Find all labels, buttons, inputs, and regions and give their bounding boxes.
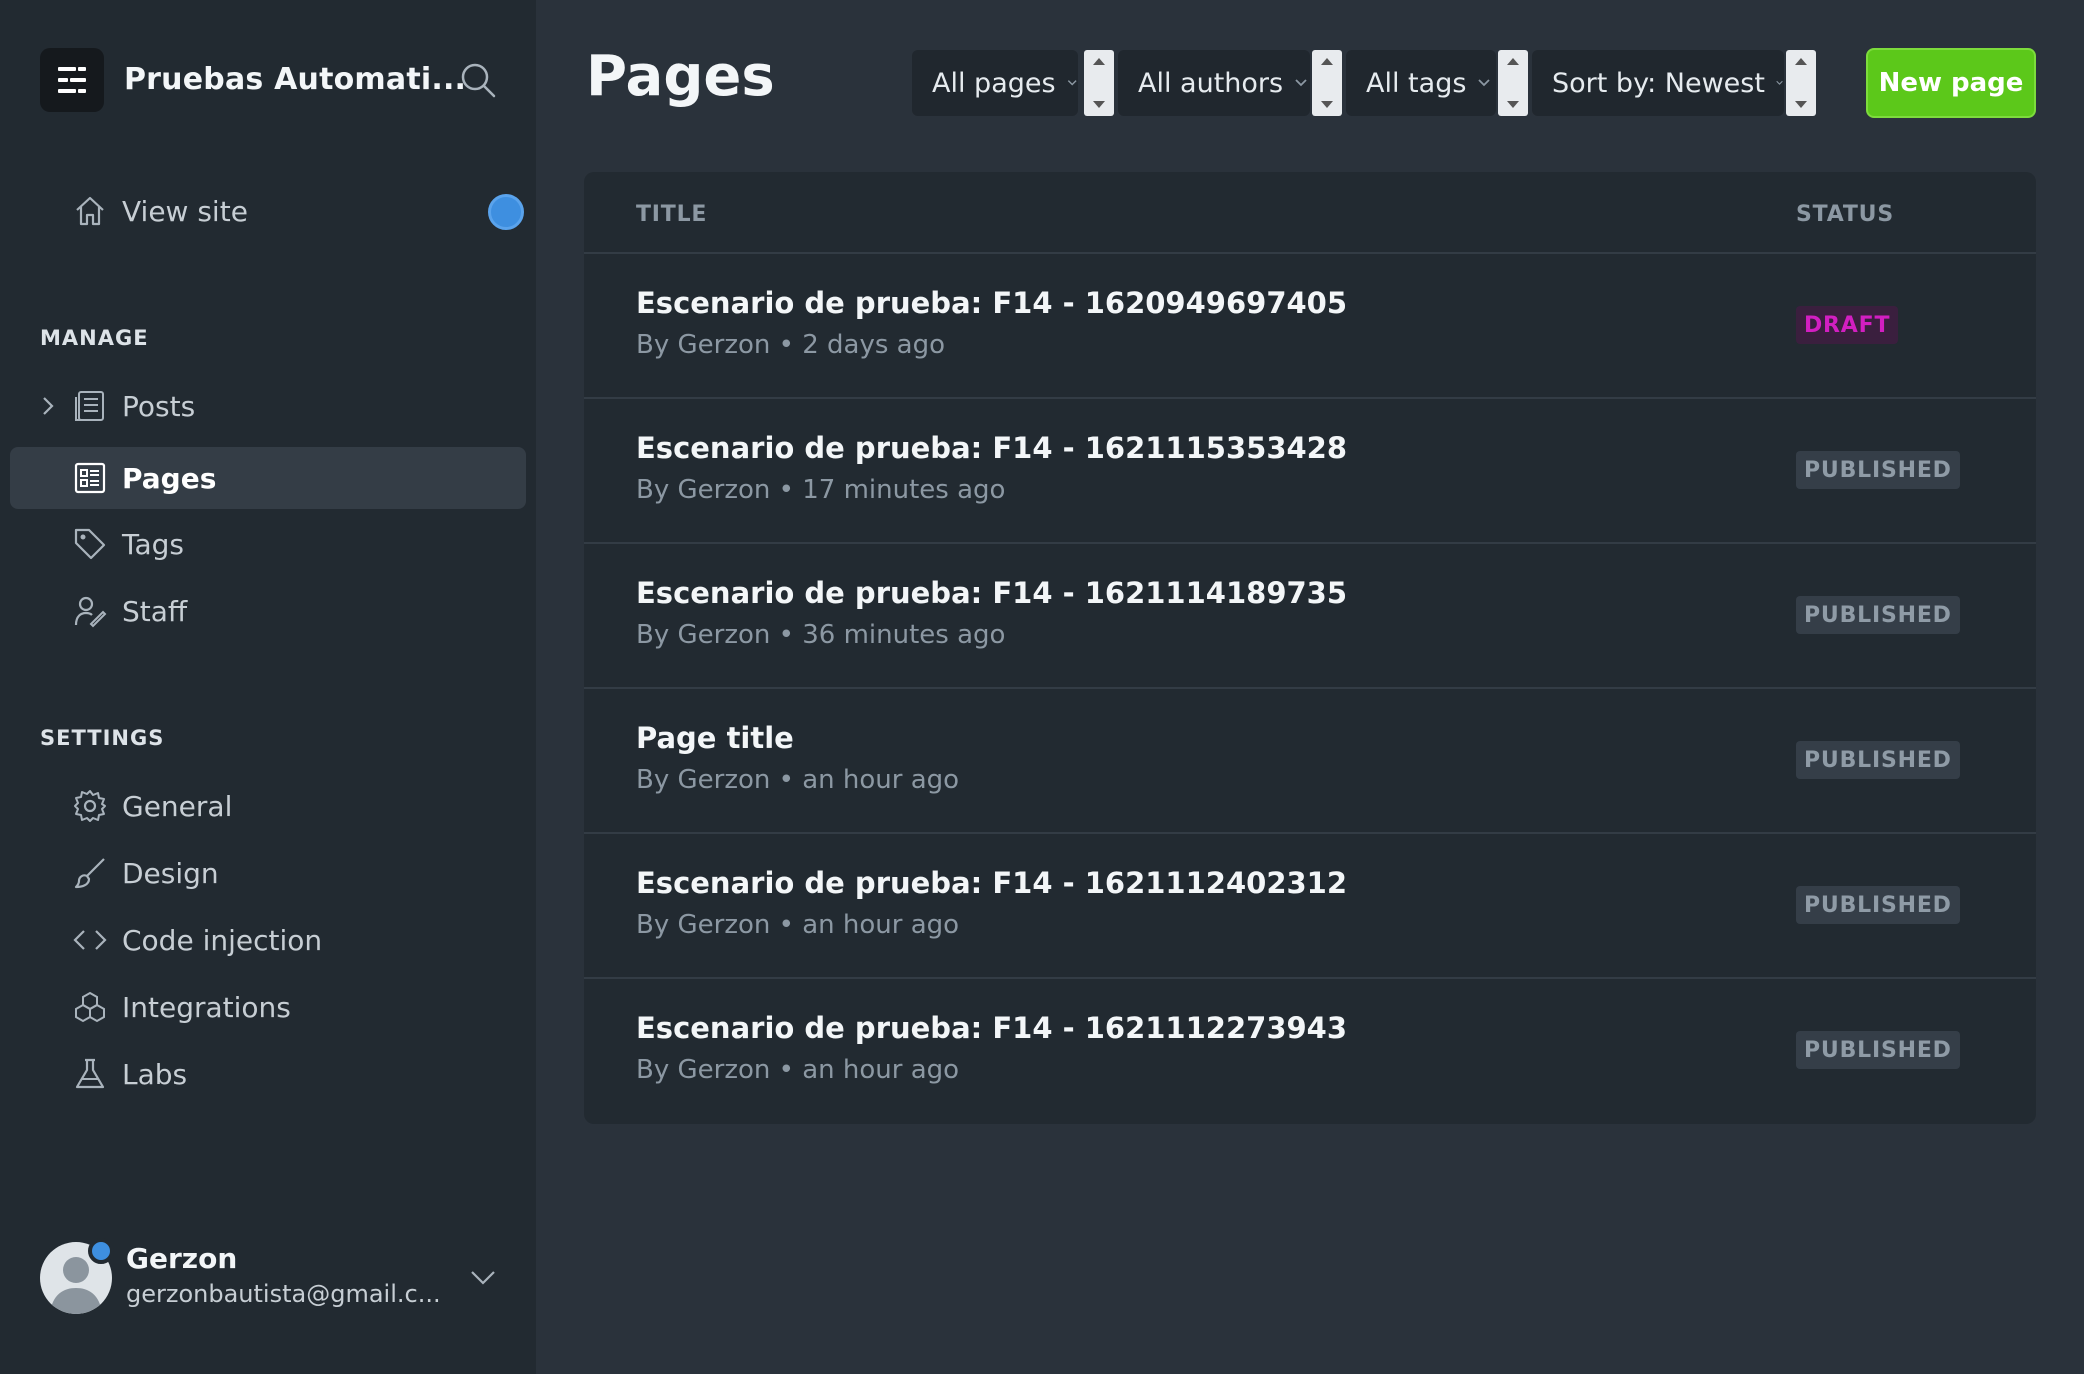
table-row[interactable]: Escenario de prueba: F14 - 1621112273943… — [584, 979, 2036, 1124]
user-email: gerzonbautista@gmail.c... — [126, 1280, 441, 1308]
filter-author-stepper[interactable] — [1312, 50, 1342, 116]
pages-table: TITLE STATUS Escenario de prueba: F14 - … — [584, 172, 2036, 1124]
sidebar-item-label: Posts — [122, 389, 196, 423]
sidebar-item-staff[interactable]: Staff — [10, 580, 526, 642]
status-badge: PUBLISHED — [1796, 741, 1960, 779]
chevron-down-icon — [1067, 80, 1077, 86]
view-site-link[interactable]: View site — [10, 180, 526, 242]
filter-label: All pages — [932, 67, 1056, 99]
arrow-up-icon[interactable] — [1505, 56, 1521, 66]
sidebar-item-label: General — [122, 789, 233, 823]
sidebar-item-label: Code injection — [122, 923, 323, 957]
chevron-down-icon[interactable] — [468, 1262, 498, 1292]
search-button[interactable] — [458, 60, 498, 100]
online-indicator — [88, 1238, 114, 1264]
filter-author-select[interactable]: All authors — [1118, 50, 1310, 116]
page-meta: By Gerzon • 36 minutes ago — [636, 620, 1006, 650]
sidebar-item-design[interactable]: Design — [10, 842, 526, 904]
posts-icon — [72, 388, 108, 424]
table-row[interactable]: Page title By Gerzon • an hour ago PUBLI… — [584, 689, 2036, 834]
brush-icon — [72, 855, 108, 891]
sidebar-item-label: Design — [122, 856, 219, 890]
arrow-up-icon[interactable] — [1793, 56, 1809, 66]
sidebar-item-pages[interactable]: Pages — [10, 447, 526, 509]
code-icon — [72, 922, 108, 958]
page-meta: By Gerzon • an hour ago — [636, 765, 960, 795]
chevron-down-icon — [1295, 79, 1307, 87]
sort-select[interactable]: Sort by: Newest — [1532, 50, 1784, 116]
page-title-cell[interactable]: Escenario de prueba: F14 - 1621112402312 — [636, 866, 1347, 900]
status-badge: PUBLISHED — [1796, 886, 1960, 924]
page-title-cell[interactable]: Escenario de prueba: F14 - 1621115353428 — [636, 431, 1347, 465]
tag-icon — [72, 526, 108, 562]
chevron-down-icon — [1478, 79, 1491, 87]
arrow-up-icon[interactable] — [1319, 56, 1335, 66]
integrations-icon — [72, 989, 108, 1025]
sidebar-item-label: Tags — [122, 527, 184, 561]
column-status-header: STATUS — [1796, 202, 1894, 227]
site-logo[interactable] — [40, 48, 104, 112]
arrow-down-icon[interactable] — [1091, 100, 1107, 110]
arrow-down-icon[interactable] — [1319, 100, 1335, 110]
table-row[interactable]: Escenario de prueba: F14 - 1621112402312… — [584, 834, 2036, 979]
page-meta: By Gerzon • 17 minutes ago — [636, 475, 1006, 505]
page-title-cell[interactable]: Escenario de prueba: F14 - 1620949697405 — [636, 286, 1347, 320]
table-row[interactable]: Escenario de prueba: F14 - 1620949697405… — [584, 254, 2036, 399]
flask-icon — [72, 1056, 108, 1092]
chevron-down-icon — [1776, 80, 1783, 85]
arrow-down-icon[interactable] — [1505, 100, 1521, 110]
notification-dot[interactable] — [488, 194, 524, 230]
sort-label: Sort by: Newest — [1552, 67, 1765, 99]
status-badge: DRAFT — [1796, 306, 1899, 344]
menu-logo-icon — [58, 67, 86, 93]
table-header: TITLE STATUS — [584, 172, 2036, 254]
status-badge: PUBLISHED — [1796, 451, 1960, 489]
table-row[interactable]: Escenario de prueba: F14 - 1621115353428… — [584, 399, 2036, 544]
sidebar-item-tags[interactable]: Tags — [10, 513, 526, 575]
page-meta: By Gerzon • an hour ago — [636, 1055, 960, 1085]
new-page-button[interactable]: New page — [1866, 48, 2036, 118]
user-menu[interactable]: Gerzon gerzonbautista@gmail.c... — [40, 1238, 500, 1318]
staff-icon — [72, 593, 108, 629]
filter-tag-select[interactable]: All tags — [1346, 50, 1496, 116]
sidebar-item-posts[interactable]: Posts — [10, 375, 526, 437]
table-row[interactable]: Escenario de prueba: F14 - 1621114189735… — [584, 544, 2036, 689]
filter-tag-stepper[interactable] — [1498, 50, 1528, 116]
gear-icon — [72, 788, 108, 824]
page-title-cell[interactable]: Page title — [636, 721, 794, 755]
status-badge: PUBLISHED — [1796, 1031, 1960, 1069]
view-site-label: View site — [122, 194, 248, 228]
filter-type-select[interactable]: All pages — [912, 50, 1078, 116]
sidebar-item-label: Integrations — [122, 990, 291, 1024]
page-title-cell[interactable]: Escenario de prueba: F14 - 1621114189735 — [636, 576, 1347, 610]
page-meta: By Gerzon • 2 days ago — [636, 330, 946, 360]
sidebar-item-label: Staff — [122, 594, 188, 628]
arrow-up-icon[interactable] — [1091, 56, 1107, 66]
sidebar-item-label: Pages — [122, 461, 217, 495]
sort-stepper[interactable] — [1786, 50, 1816, 116]
status-badge: PUBLISHED — [1796, 596, 1960, 634]
user-name: Gerzon — [126, 1242, 238, 1275]
sidebar-item-general[interactable]: General — [10, 775, 526, 837]
sidebar-item-labs[interactable]: Labs — [10, 1043, 526, 1105]
arrow-down-icon[interactable] — [1793, 100, 1809, 110]
sidebar-item-label: Labs — [122, 1057, 188, 1091]
column-title-header: TITLE — [636, 202, 708, 227]
site-title[interactable]: Pruebas Automati... — [124, 62, 466, 97]
search-icon — [461, 63, 496, 98]
manage-heading: MANAGE — [40, 326, 149, 350]
sidebar: Pruebas Automati... View site MANAGE Pos… — [0, 0, 536, 1374]
page-title-cell[interactable]: Escenario de prueba: F14 - 1621112273943 — [636, 1011, 1347, 1045]
home-icon — [72, 193, 108, 229]
sidebar-item-integrations[interactable]: Integrations — [10, 976, 526, 1038]
pages-icon — [72, 460, 108, 496]
page-title: Pages — [586, 44, 775, 109]
filter-label: All tags — [1366, 67, 1467, 99]
filter-label: All authors — [1138, 67, 1284, 99]
page-meta: By Gerzon • an hour ago — [636, 910, 960, 940]
filter-type-stepper[interactable] — [1084, 50, 1114, 116]
sidebar-item-code-injection[interactable]: Code injection — [10, 909, 526, 971]
settings-heading: SETTINGS — [40, 726, 165, 750]
